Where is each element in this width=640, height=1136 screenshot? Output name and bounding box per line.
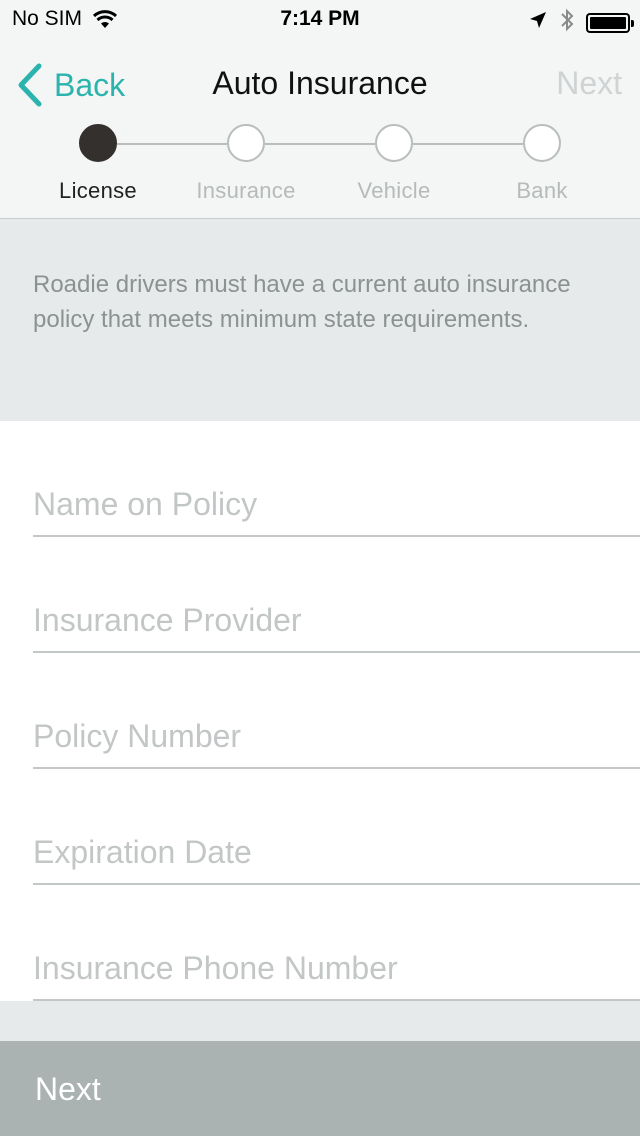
insurance-provider-input[interactable] <box>33 602 640 639</box>
battery-icon <box>586 12 634 33</box>
next-button-label: Next <box>35 1071 101 1107</box>
expiration-date-input[interactable] <box>33 834 640 871</box>
step-label-license: License <box>59 178 137 203</box>
status-right <box>528 8 634 37</box>
location-arrow-icon <box>528 10 548 35</box>
policy-number-input[interactable] <box>33 718 640 755</box>
step-label-vehicle: Vehicle <box>357 178 431 203</box>
name-on-policy-field <box>33 421 640 537</box>
expiration-date-field <box>33 769 640 885</box>
next-nav-button[interactable]: Next <box>556 65 622 102</box>
step-connector <box>117 143 227 145</box>
step-label-bank: Bank <box>516 178 568 203</box>
info-banner: Roadie drivers must have a current auto … <box>0 219 640 421</box>
step-dot-insurance <box>227 124 265 162</box>
bluetooth-icon <box>560 8 574 37</box>
bottom-spacer <box>0 1001 640 1041</box>
next-button[interactable]: Next <box>0 1041 640 1136</box>
name-on-policy-input[interactable] <box>33 486 640 523</box>
step-dot-vehicle <box>375 124 413 162</box>
step-connector <box>265 143 375 145</box>
nav-header: Back Auto Insurance Next License Insuran… <box>0 40 640 219</box>
step-dot-bank <box>523 124 561 162</box>
step-connector <box>413 143 523 145</box>
insurance-phone-field <box>33 885 640 1001</box>
status-bar: No SIM 7:14 PM <box>0 0 640 40</box>
step-label-insurance: Insurance <box>196 178 296 203</box>
policy-number-field <box>33 653 640 769</box>
page-title: Auto Insurance <box>212 65 428 101</box>
insurance-form <box>0 421 640 1001</box>
progress-stepper: License Insurance Vehicle Bank <box>0 124 640 214</box>
step-dot-license <box>79 124 117 162</box>
insurance-phone-input[interactable] <box>33 950 640 987</box>
info-text: Roadie drivers must have a current auto … <box>33 271 571 333</box>
insurance-provider-field <box>33 537 640 653</box>
